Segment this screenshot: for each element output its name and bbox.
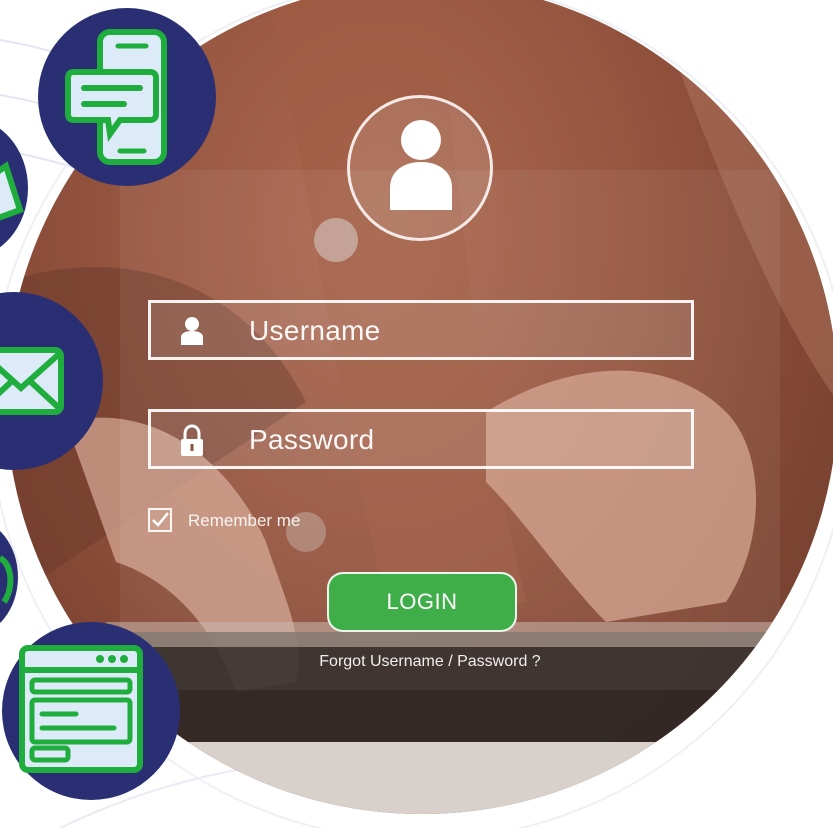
forgot-credentials-link[interactable]: Forgot Username / Password ? [260,653,600,671]
password-field[interactable]: Password [148,409,694,469]
partial-icon [0,555,14,604]
partial-icon [0,161,24,221]
chat-phone-icon [65,29,167,165]
remember-checkbox[interactable] [148,508,172,532]
login-button[interactable]: LOGIN [327,572,517,632]
browser-window-badge [2,622,180,800]
chat-phone-badge [38,8,216,186]
mail-badge [0,292,103,470]
user-avatar-icon [347,95,493,241]
partial-badge-bottom [0,518,18,636]
password-placeholder: Password [249,424,375,455]
username-placeholder: Username [249,315,381,346]
remember-label: Remember me [188,511,301,530]
partial-badge-top [0,118,28,258]
browser-window-icon [19,645,143,773]
username-field[interactable]: Username [148,300,694,360]
login-illustration: Username Password Remember me LOGIN Forg… [0,0,833,828]
checkmark-icon [152,512,169,527]
lock-icon [177,424,207,456]
user-icon [177,315,207,347]
mail-icon [0,347,64,415]
